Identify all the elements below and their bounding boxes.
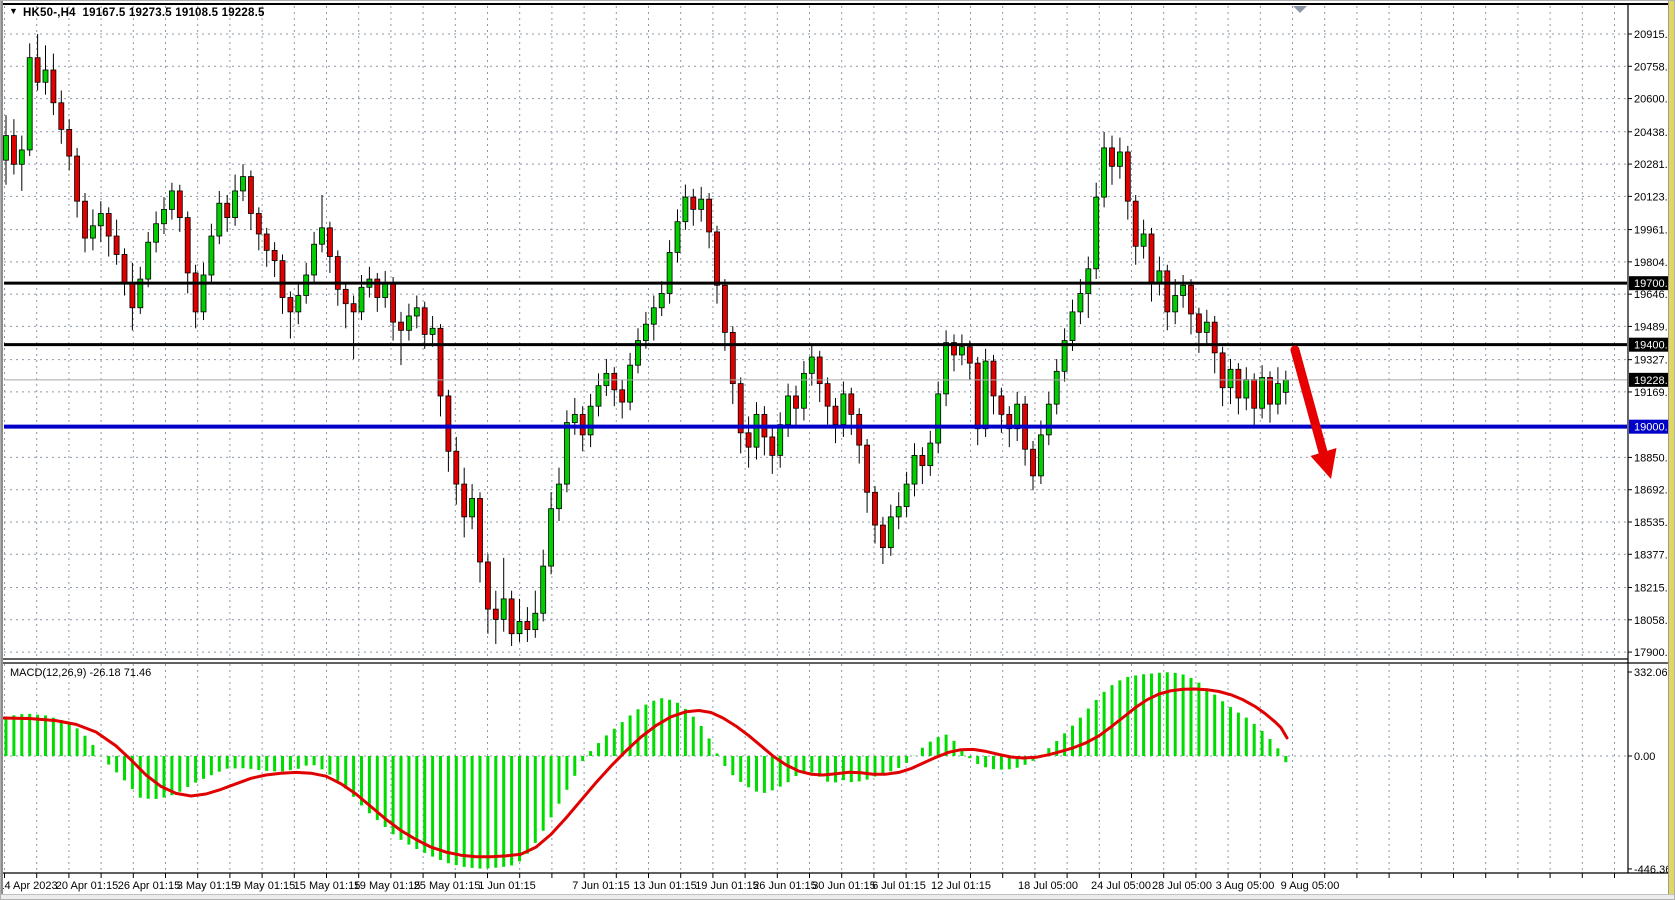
chart-dropdown-icon[interactable]: ▼ (9, 6, 18, 16)
time-axis-label: 30 Jun 01:15 (812, 880, 876, 892)
panel-borders (3, 4, 1675, 873)
svg-text:332.06: 332.06 (1634, 667, 1668, 679)
time-axis-label: 13 Jun 01:15 (633, 880, 697, 892)
time-axis-label: 26 Apr 01:15 (118, 880, 180, 892)
window-top-border (1, 3, 1675, 5)
time-axis-label: 12 Jul 01:15 (931, 880, 991, 892)
chart-title: HK50-,H4 19167.5 19273.5 19108.5 19228.5 (23, 7, 265, 19)
svg-text:0.00: 0.00 (1634, 751, 1655, 763)
time-axis-label: 19 Jun 01:15 (695, 880, 759, 892)
chart-shift-marker-icon[interactable] (1293, 6, 1307, 13)
window-left-border (1, 1, 3, 900)
time-axis-label: 19 May 01:15 (354, 880, 421, 892)
grid-lines (4, 6, 1627, 872)
macd-indicator-label: MACD(12,26,9) -26.18 71.46 (10, 667, 151, 679)
window-bottom-border (1, 894, 1675, 900)
time-axis-label: 20 Apr 01:15 (56, 880, 118, 892)
chart-window: 20915.520758.020600.520438.520281.020123… (0, 0, 1675, 900)
time-axis-label: 7 Jun 01:15 (572, 880, 630, 892)
time-axis-label: 14 Apr 2023 (1, 880, 58, 892)
trend-arrow-annotation[interactable] (1295, 350, 1337, 479)
time-axis-label: 9 May 01:15 (235, 880, 296, 892)
time-axis-label: 24 Jul 05:00 (1091, 880, 1151, 892)
time-axis-label: 28 Jul 05:00 (1152, 880, 1212, 892)
time-axis-label: 3 Aug 05:00 (1216, 880, 1275, 892)
candlestick-chart-canvas[interactable]: 20915.520758.020600.520438.520281.020123… (1, 1, 1675, 900)
time-axis-label: 9 Aug 05:00 (1281, 880, 1340, 892)
window-right-border[interactable] (1668, 1, 1674, 900)
time-axis-label: 6 Jul 01:15 (872, 880, 926, 892)
horizontal-level-lines[interactable] (4, 283, 1627, 427)
time-axis-label: 18 Jul 05:00 (1018, 880, 1078, 892)
time-axis-label: 3 May 01:15 (177, 880, 238, 892)
time-axis-label: 25 May 01:15 (414, 880, 481, 892)
time-axis-label: 1 Jun 01:15 (478, 880, 536, 892)
time-axis-label: 26 Jun 01:15 (753, 880, 817, 892)
macd-axis[interactable]: 332.06 0.00 -446.36 (1628, 667, 1671, 876)
time-axis[interactable]: 14 Apr 202320 Apr 01:1526 Apr 01:153 May… (1, 873, 1615, 892)
svg-text:-446.36: -446.36 (1634, 864, 1671, 876)
time-axis-label: 15 May 01:15 (294, 880, 361, 892)
